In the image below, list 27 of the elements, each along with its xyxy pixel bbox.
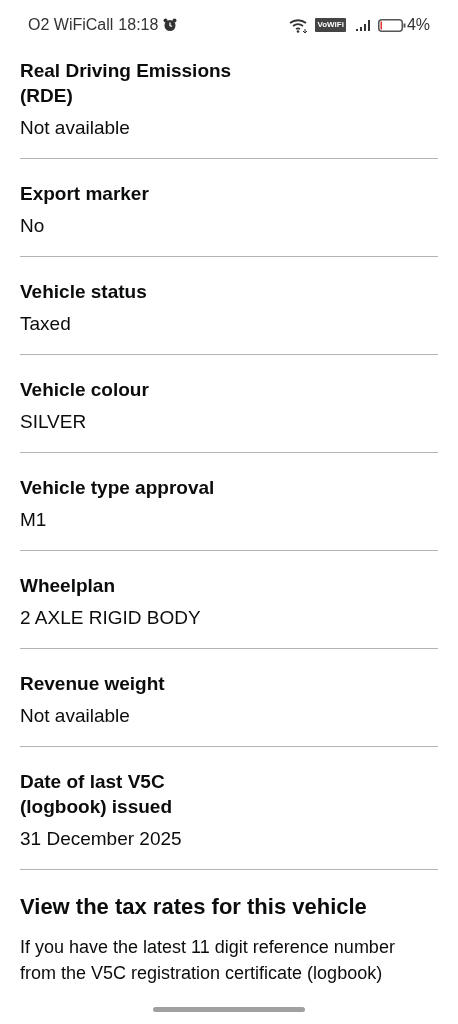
detail-label: Vehicle status — [20, 280, 148, 304]
detail-value: Taxed — [20, 312, 72, 336]
detail-label: Revenue weight — [20, 672, 166, 696]
detail-value: Not available — [20, 116, 131, 140]
battery-icon — [377, 18, 406, 32]
detail-value: 31 December 2025 — [20, 827, 183, 851]
vowifi-badge: VoWiFi — [315, 18, 346, 32]
detail-label: Date of last V5C (logbook) issued — [20, 770, 173, 819]
detail-value: M1 — [20, 508, 48, 532]
alarm-clock-icon — [163, 18, 178, 32]
carrier-label: O2 WiFiCall — [28, 15, 114, 35]
detail-label: Export marker — [20, 182, 150, 206]
detail-label: Real Driving Emissions (RDE) — [20, 59, 233, 108]
battery-percentage: 4% — [406, 15, 430, 35]
home-indicator[interactable] — [153, 1006, 305, 1012]
detail-value: SILVER — [20, 410, 88, 434]
detail-label: Vehicle colour — [20, 378, 150, 402]
signal-icon — [355, 19, 372, 31]
clock-time: 18:18 — [118, 15, 159, 35]
detail-value: Not available — [20, 704, 131, 728]
section-heading: View the tax rates for this vehicle — [20, 893, 368, 921]
wifi-icon — [289, 17, 310, 33]
body-text: If you have the latest 11 digit reference number from the V5C registration certificate (logbook) — [20, 936, 396, 985]
detail-value: No — [20, 214, 46, 238]
detail-label: Wheelplan — [20, 574, 116, 598]
detail-label: Vehicle type approval — [20, 476, 216, 500]
detail-value: 2 AXLE RIGID BODY — [20, 606, 202, 630]
